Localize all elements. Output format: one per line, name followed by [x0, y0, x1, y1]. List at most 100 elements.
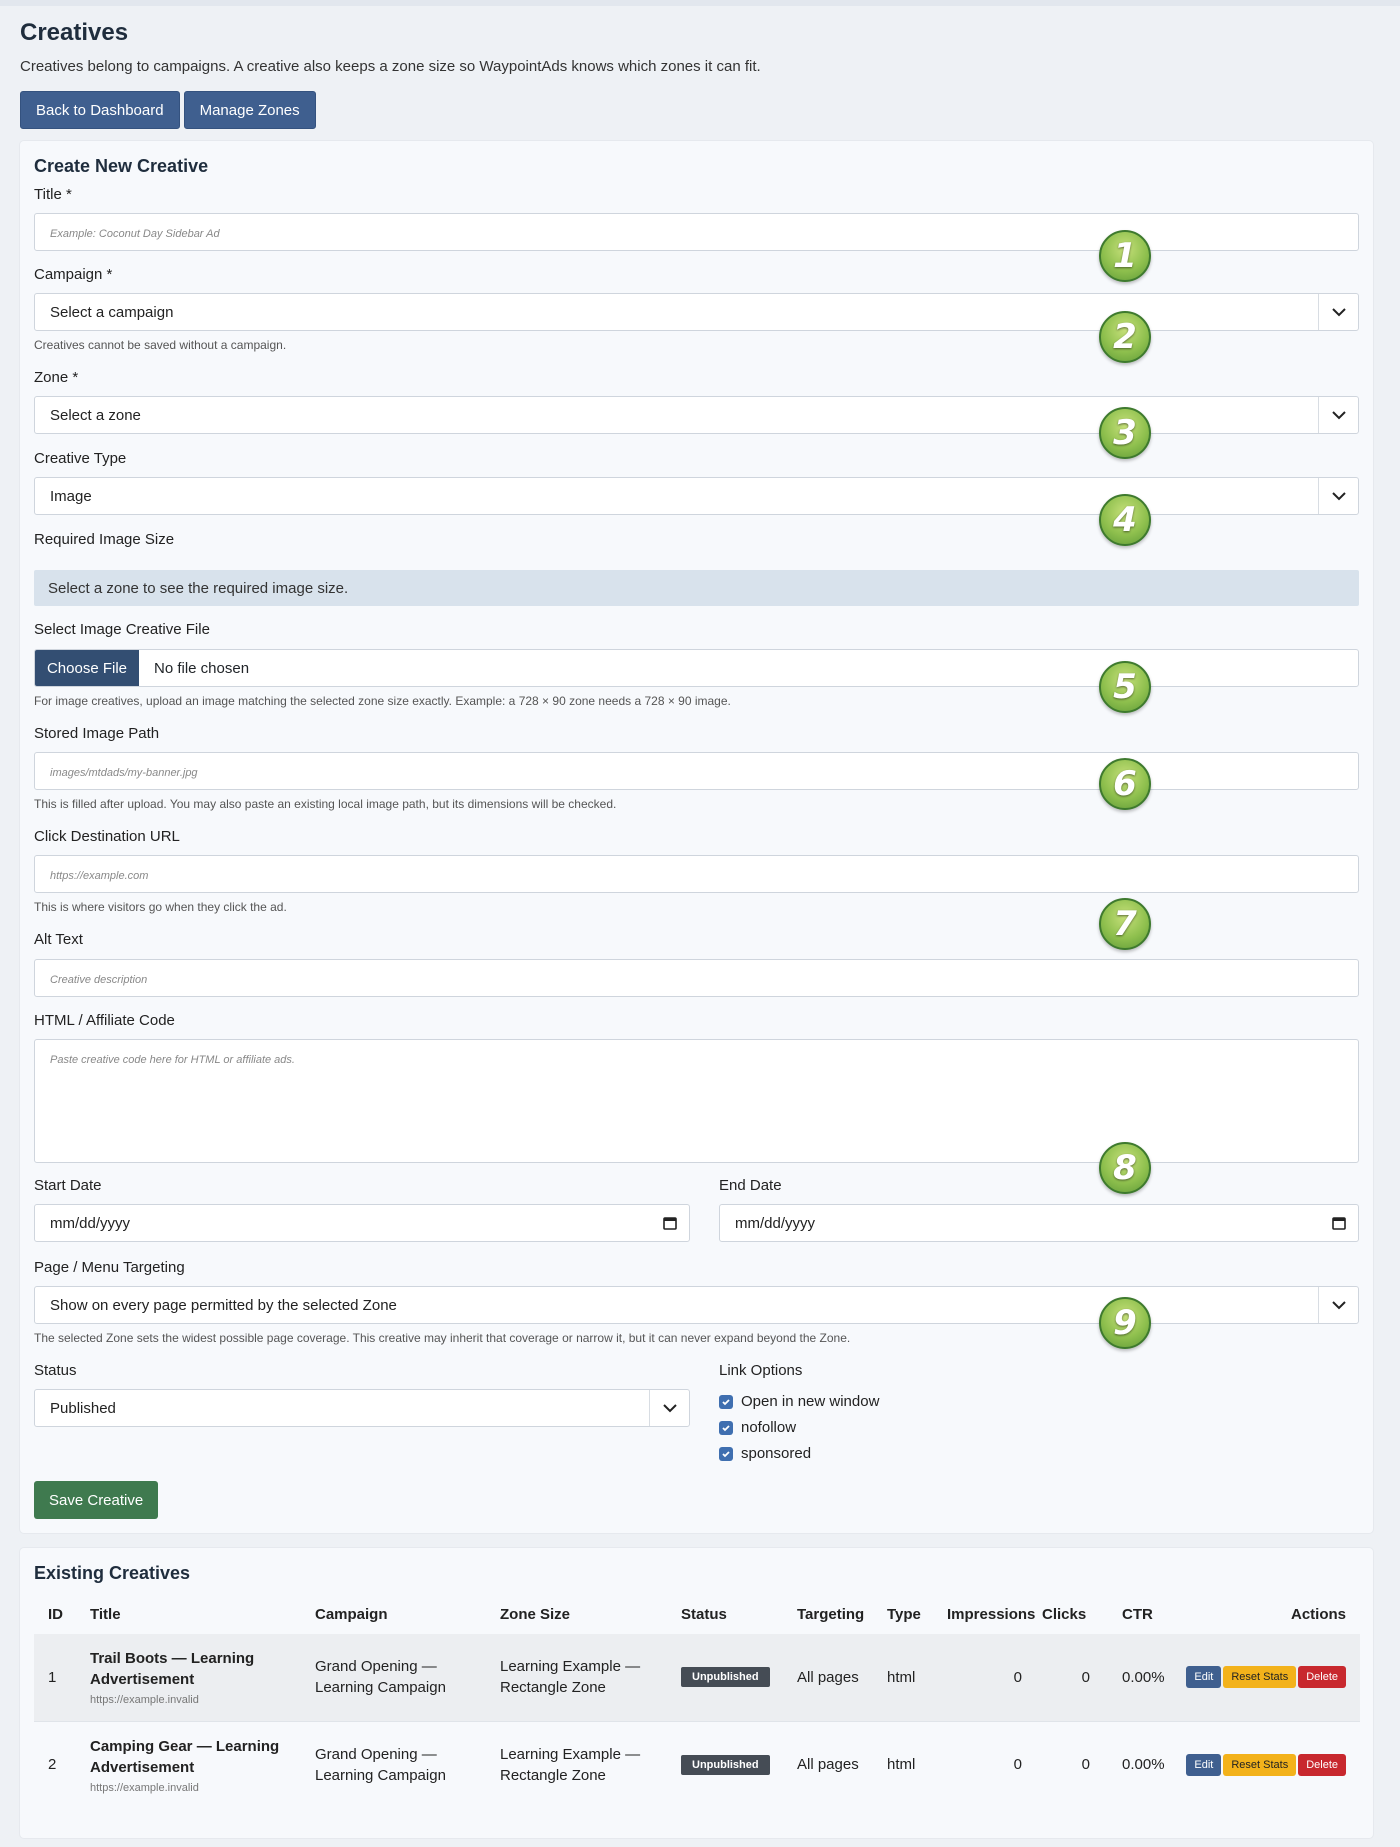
delete-button[interactable]: Delete	[1298, 1666, 1346, 1689]
page-title: Creatives	[20, 19, 129, 46]
targeting-help: The selected Zone sets the widest possib…	[34, 1331, 851, 1345]
column-header: ID	[48, 1605, 63, 1623]
table-header-row: ID Title Campaign Zone Size Status Targe…	[34, 1594, 1360, 1634]
save-creative-button[interactable]: Save Creative	[34, 1481, 159, 1519]
alt-text-input[interactable]	[35, 960, 1358, 996]
cell-clicks: 0	[1081, 1668, 1090, 1686]
checkbox-checked-icon[interactable]	[719, 1446, 733, 1461]
back-to-dashboard-button[interactable]: Back to Dashboard	[20, 91, 180, 129]
file-status: No file chosen	[154, 659, 250, 677]
click-url-field[interactable]	[34, 855, 1359, 893]
cell-campaign: Learning Campaign	[315, 1766, 446, 1784]
status-select[interactable]: Published	[34, 1389, 690, 1427]
html-code-textarea[interactable]	[35, 1040, 1358, 1162]
creative-title-line: Camping Gear — Learning	[90, 1737, 280, 1755]
chevron-down-icon	[1318, 397, 1358, 433]
cell-campaign: Learning Campaign	[315, 1679, 446, 1697]
html-code-label: HTML / Affiliate Code	[34, 1012, 175, 1029]
callout-marker: 4	[1099, 494, 1151, 546]
existing-creatives-card: Existing Creatives ID Title Campaign Zon…	[20, 1548, 1373, 1838]
title-field[interactable]	[34, 213, 1359, 251]
zone-select[interactable]: Select a zone	[34, 396, 1359, 434]
cell-id: 2	[48, 1756, 57, 1774]
cell-zone-size: Learning Example —	[500, 1658, 641, 1676]
manage-zones-button[interactable]: Manage Zones	[183, 91, 316, 129]
alt-text-field[interactable]	[34, 959, 1359, 997]
calendar-icon[interactable]	[1332, 1205, 1346, 1241]
delete-button[interactable]: Delete	[1298, 1753, 1346, 1776]
create-creative-card: Create New Creative Title * Campaign * S…	[20, 141, 1373, 1533]
reset-stats-button[interactable]: Reset Stats	[1223, 1753, 1297, 1776]
checkbox-checked-icon[interactable]	[719, 1420, 733, 1435]
column-header: CTR	[1122, 1605, 1153, 1623]
reset-stats-button[interactable]: Reset Stats	[1223, 1666, 1297, 1689]
image-path-label: Stored Image Path	[34, 725, 160, 742]
title-label: Title *	[34, 186, 72, 203]
campaign-help: Creatives cannot be saved without a camp…	[34, 338, 287, 352]
column-header: Actions	[1290, 1605, 1346, 1623]
targeting-select-value: Show on every page permitted by the sele…	[50, 1296, 397, 1314]
edit-button[interactable]: Edit	[1186, 1753, 1222, 1776]
creative-type-select[interactable]: Image	[34, 477, 1359, 515]
link-options-label: Link Options	[719, 1362, 803, 1379]
required-size-info: Select a zone to see the required image …	[34, 570, 1359, 606]
campaign-select[interactable]: Select a campaign	[34, 293, 1359, 331]
table-row: 1 Trail Boots — Learning Advertisement h…	[34, 1634, 1360, 1721]
cell-campaign: Grand Opening —	[315, 1745, 437, 1763]
chevron-down-icon	[1318, 1287, 1358, 1323]
chevron-down-icon	[1318, 478, 1358, 514]
start-date-field[interactable]: mm/dd/yyyy	[34, 1204, 690, 1242]
cell-zone-size: Rectangle Zone	[500, 1766, 606, 1784]
zone-select-value: Select a zone	[50, 406, 141, 424]
page-intro: Creatives belong to campaigns. A creativ…	[20, 58, 761, 75]
column-header: Campaign	[315, 1605, 388, 1623]
file-input[interactable]: Choose File No file chosen	[34, 649, 1359, 687]
column-header: Targeting	[797, 1605, 865, 1623]
title-input[interactable]	[35, 214, 1358, 250]
click-url-label: Click Destination URL	[34, 828, 180, 845]
cell-targeting: All pages	[797, 1756, 859, 1774]
end-date-field[interactable]: mm/dd/yyyy	[719, 1204, 1359, 1242]
column-header: Clicks	[1042, 1605, 1087, 1623]
image-path-field[interactable]	[34, 752, 1359, 790]
callout-marker: 5	[1099, 661, 1151, 713]
creative-type-label: Creative Type	[34, 450, 127, 467]
click-url-help: This is where visitors go when they clic…	[34, 900, 287, 914]
column-header: Status	[681, 1605, 727, 1623]
edit-button[interactable]: Edit	[1186, 1666, 1222, 1689]
status-badge: Unpublished	[681, 1667, 770, 1688]
checkbox-checked-icon[interactable]	[719, 1394, 733, 1409]
image-path-help: This is filled after upload. You may als…	[34, 797, 617, 811]
file-label: Select Image Creative File	[34, 621, 210, 638]
end-date-label: End Date	[719, 1177, 782, 1194]
cell-zone-size: Rectangle Zone	[500, 1679, 606, 1697]
nofollow-option[interactable]: nofollow	[719, 1419, 796, 1436]
end-date-value: mm/dd/yyyy	[735, 1214, 816, 1232]
existing-creatives-heading: Existing Creatives	[34, 1563, 191, 1583]
start-date-label: Start Date	[34, 1177, 102, 1194]
cell-zone-size: Learning Example —	[500, 1745, 641, 1763]
targeting-select[interactable]: Show on every page permitted by the sele…	[34, 1286, 1359, 1324]
table-row: 2 Camping Gear — Learning Advertisement …	[34, 1721, 1360, 1808]
cell-impressions: 0	[1013, 1756, 1022, 1774]
start-date-value: mm/dd/yyyy	[50, 1214, 131, 1232]
click-url-input[interactable]	[35, 856, 1358, 892]
campaign-select-value: Select a campaign	[50, 303, 174, 321]
creative-title-line: Trail Boots — Learning	[90, 1650, 255, 1668]
image-path-input[interactable]	[35, 753, 1358, 789]
cell-ctr: 0.00%	[1122, 1668, 1165, 1686]
calendar-icon[interactable]	[663, 1205, 677, 1241]
creative-title: Camping Gear — Learning Advertisement	[90, 1736, 315, 1778]
status-select-value: Published	[50, 1399, 116, 1417]
callout-marker: 6	[1099, 758, 1151, 810]
callout-marker: 1	[1099, 230, 1151, 282]
html-code-field[interactable]	[34, 1039, 1359, 1163]
sponsored-option[interactable]: sponsored	[719, 1445, 811, 1462]
open-new-window-option[interactable]: Open in new window	[719, 1393, 879, 1410]
header-buttons: Back to Dashboard Manage Zones	[20, 91, 1380, 129]
creative-url: https://example.invalid	[90, 1781, 199, 1794]
choose-file-button[interactable]: Choose File	[35, 650, 139, 686]
create-creative-heading: Create New Creative	[34, 156, 209, 176]
creative-title-line: Advertisement	[90, 1758, 195, 1776]
alt-text-label: Alt Text	[34, 931, 83, 948]
